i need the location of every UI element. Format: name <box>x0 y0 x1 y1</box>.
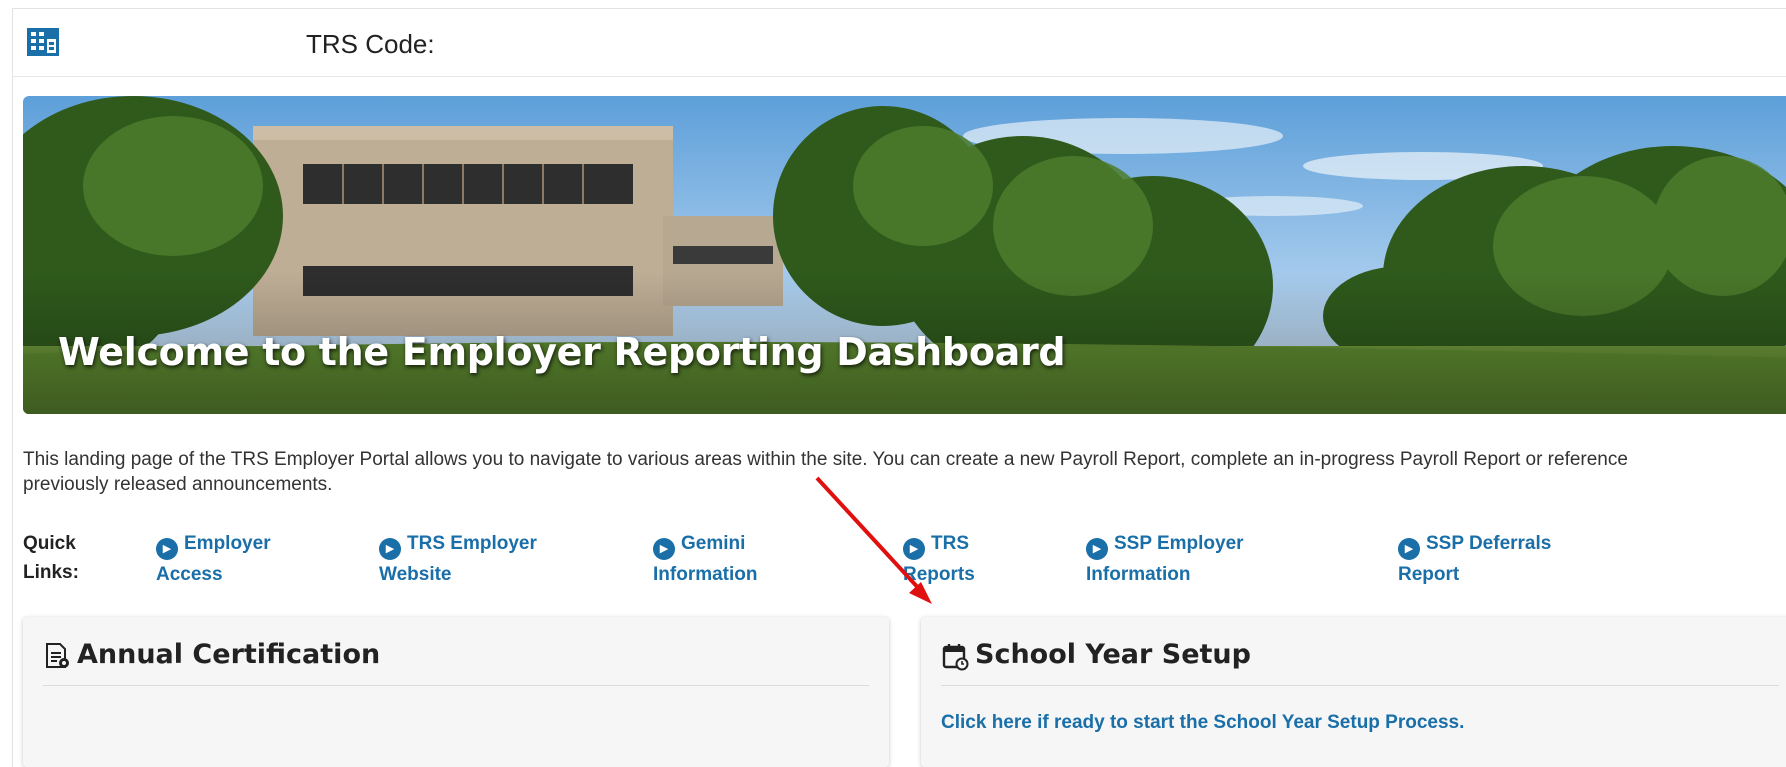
hero-title: Welcome to the Employer Reporting Dashbo… <box>58 330 1066 374</box>
card-header: School Year Setup <box>941 633 1779 686</box>
quick-links-label: Quick Links: <box>23 533 79 583</box>
play-circle-icon: ▶ <box>903 538 925 560</box>
hero-banner: Welcome to the Employer Reporting Dashbo… <box>23 96 1786 414</box>
calendar-clock-icon <box>942 644 969 671</box>
quick-link-gemini-information[interactable]: ▶ Gemini Information <box>653 529 758 589</box>
page-frame: TRS Code: Welcome to the Employer Report… <box>12 8 1786 767</box>
building-icon <box>27 28 59 56</box>
play-circle-icon: ▶ <box>379 538 401 560</box>
card-title: Annual Certification <box>77 639 381 670</box>
card-title: School Year Setup <box>975 639 1251 670</box>
quick-link-trs-employer-website[interactable]: ▶ TRS Employer Website <box>379 529 537 589</box>
quick-link-employer-access[interactable]: ▶ Employer Access <box>156 529 271 589</box>
play-circle-icon: ▶ <box>653 538 675 560</box>
annual-certification-card: Annual Certification <box>23 617 889 767</box>
play-circle-icon: ▶ <box>156 538 178 560</box>
certificate-document-icon <box>46 643 69 668</box>
quick-link-ssp-employer-information[interactable]: ▶ SSP Employer Information <box>1086 529 1244 589</box>
quick-links: Quick Links: ▶ Employer Access ▶ TRS Emplo… <box>23 529 1786 593</box>
school-year-setup-card: School Year Setup Click here if ready to… <box>921 617 1786 767</box>
start-school-year-setup-link[interactable]: Click here if ready to start the School … <box>941 712 1464 734</box>
play-circle-icon: ▶ <box>1398 538 1420 560</box>
play-circle-icon: ▶ <box>1086 538 1108 560</box>
quick-link-trs-reports[interactable]: ▶ TRS Reports <box>903 529 975 589</box>
top-bar: TRS Code: <box>13 9 1786 77</box>
card-header: Annual Certification <box>43 633 869 686</box>
quick-link-ssp-deferrals-report[interactable]: ▶ SSP Deferrals Report <box>1398 529 1551 589</box>
intro-text: This landing page of the TRS Employer Po… <box>23 449 1628 495</box>
trs-code-label: TRS Code: <box>306 29 435 59</box>
